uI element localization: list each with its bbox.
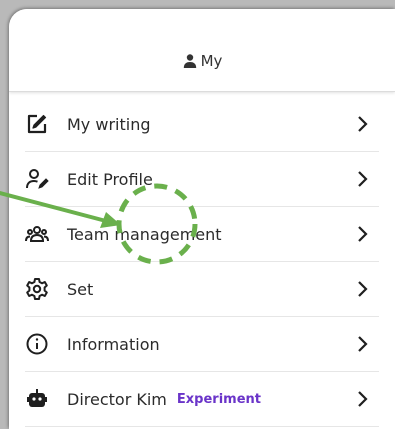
page-title: My [200, 52, 223, 70]
my-menu-panel: My My writing Edit Profile Team manageme… [9, 9, 395, 429]
edit-square-icon [25, 112, 49, 136]
menu-item-set[interactable]: Set [25, 262, 379, 317]
chevron-right-icon [357, 115, 369, 133]
header-title-group: My [182, 52, 223, 70]
person-edit-icon [25, 167, 49, 191]
person-icon [183, 54, 196, 68]
header: My [9, 9, 395, 92]
info-icon [25, 332, 49, 356]
chevron-right-icon [357, 170, 369, 188]
menu-item-label: Edit Profile [67, 169, 153, 189]
robot-icon [25, 387, 49, 411]
menu-item-team-management[interactable]: Team management [25, 207, 379, 262]
menu-item-director-kim[interactable]: Director Kim Experiment [25, 372, 379, 427]
menu-item-label: My writing [67, 114, 151, 134]
chevron-right-icon [357, 335, 369, 353]
menu-item-edit-profile[interactable]: Edit Profile [25, 152, 379, 207]
menu-item-label: Information [67, 334, 160, 354]
menu-item-label: Director Kim [67, 389, 167, 409]
experiment-badge: Experiment [176, 391, 261, 407]
chevron-right-icon [357, 225, 369, 243]
menu-item-information[interactable]: Information [25, 317, 379, 372]
menu-item-label: Set [67, 279, 94, 299]
gear-icon [25, 277, 49, 301]
chevron-right-icon [357, 390, 369, 408]
menu-item-my-writing[interactable]: My writing [25, 97, 379, 152]
team-icon [25, 222, 49, 246]
chevron-right-icon [357, 280, 369, 298]
menu-list: My writing Edit Profile Team management … [25, 97, 379, 427]
menu-item-label: Team management [67, 224, 222, 244]
